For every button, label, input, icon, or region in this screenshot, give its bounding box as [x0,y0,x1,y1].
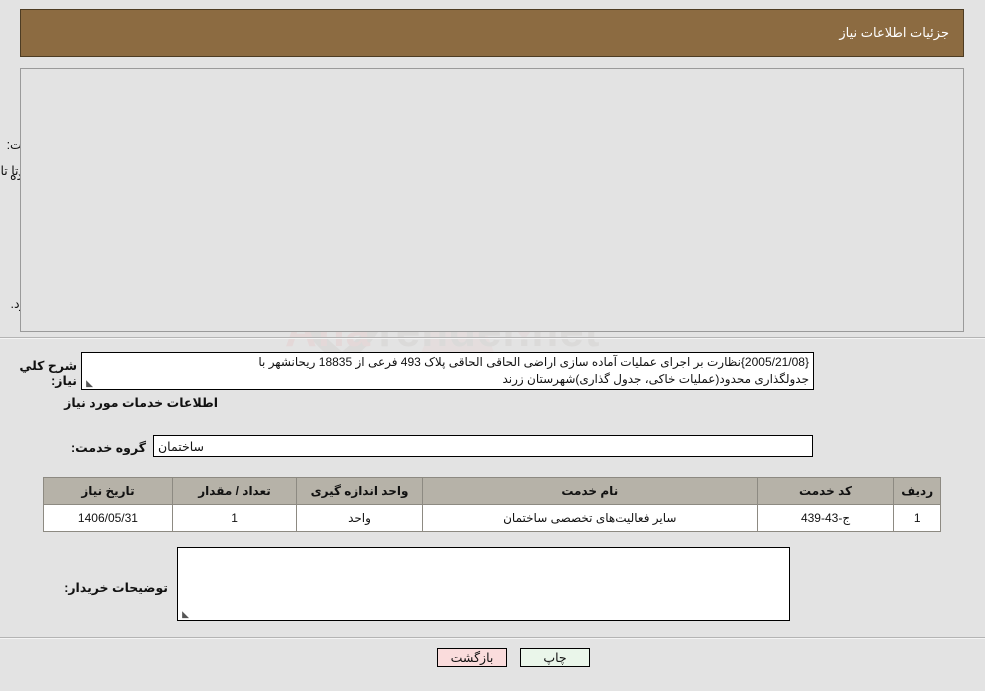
cell-need-date: 1406/05/31 [43,504,173,532]
table-header-row: ردیف کد خدمت نام خدمت واحد اندازه گیری ت… [43,477,941,505]
page-title-bar: جزئیات اطلاعات نیاز [20,9,964,57]
page-root: AnaTender.net جزئیات اطلاعات نیاز شماره … [0,0,985,691]
col-need-date: تاریخ نیاز [43,477,173,505]
buyer-comments-label: توضیحات خریدار: [64,581,168,595]
services-section-title: اطلاعات خدمات مورد نیاز [64,396,218,410]
col-radif: ردیف [893,477,941,505]
service-group-label: گروه خدمت: [70,441,146,455]
cell-quantity: 1 [171,504,298,532]
service-group-value: ساختمان [158,439,204,454]
description-field[interactable]: {2005/21/08}نظارت بر اجرای عملیات آماده … [81,352,814,390]
resize-grip-icon[interactable]: ◣ [180,610,189,619]
cell-code: ج-43-439 [756,504,895,532]
buyer-comments-field[interactable]: ◣ [177,547,790,621]
need-info-panel [20,68,964,332]
cell-unit: واحد [296,504,423,532]
col-name: نام خدمت [421,477,758,505]
table-row: 1 ج-43-439 سایر فعالیت‌های تخصصی ساختمان… [43,504,941,532]
services-table: ردیف کد خدمت نام خدمت واحد اندازه گیری ت… [43,477,941,532]
description-line-2: جدولگذاری محدود(عملیات خاکی، جدول گذاری)… [502,372,809,386]
resize-grip-icon[interactable]: ◣ [84,379,93,388]
cell-radif: 1 [893,504,941,532]
col-quantity: تعداد / مقدار [171,477,298,505]
description-label: شرح کلي نیاز: [19,359,77,388]
print-button[interactable]: چاپ [520,648,590,667]
cell-name: سایر فعالیت‌های تخصصی ساختمان [421,504,758,532]
divider-top [0,337,985,339]
divider-bottom [0,637,985,639]
description-line-1: {2005/21/08}نظارت بر اجرای عملیات آماده … [258,355,809,369]
col-code: کد خدمت [756,477,895,505]
page-title: جزئیات اطلاعات نیاز [839,25,949,40]
service-group-field[interactable]: ساختمان [153,435,813,457]
back-button[interactable]: بازگشت [437,648,507,667]
col-unit: واحد اندازه گیری [296,477,423,505]
buyer-comments-value [178,548,789,552]
